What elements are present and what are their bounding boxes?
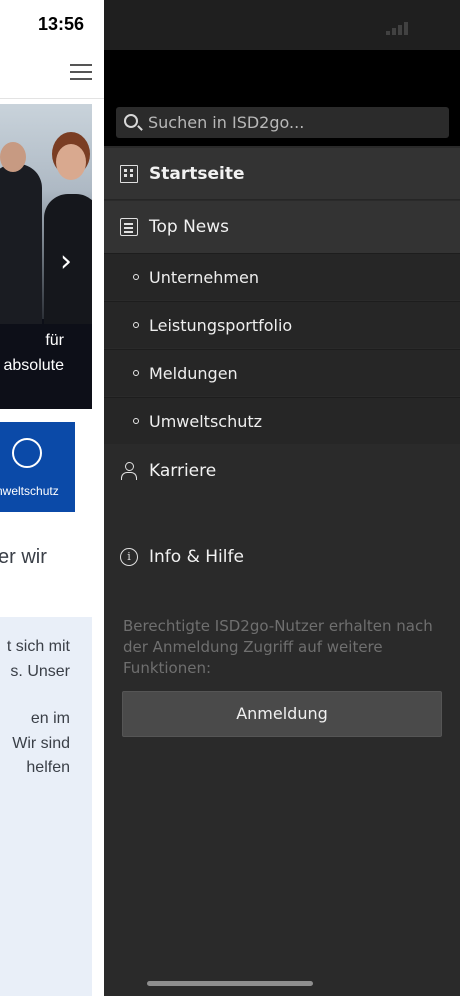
search-icon <box>124 114 138 128</box>
hero-person-left-head <box>0 142 26 172</box>
subitem-meldungen[interactable]: Meldungen <box>104 349 460 396</box>
drawer-status-area <box>104 0 460 50</box>
nav-item-label: Top News <box>149 217 230 237</box>
carousel-next-icon[interactable]: › <box>60 244 72 279</box>
background-page: 13:56 › für absolute nweltschutz er wir … <box>0 0 104 996</box>
info-icon: i <box>120 548 138 566</box>
status-time: 13:56 <box>38 14 85 34</box>
signal-icon <box>386 16 436 35</box>
nav-item-startseite[interactable]: Startseite <box>104 148 460 200</box>
search-bar[interactable] <box>116 107 449 138</box>
nav-item-label: Info & Hilfe <box>149 547 244 567</box>
tile-label: nweltschutz <box>0 484 59 498</box>
login-button[interactable]: Anmeldung <box>122 691 442 737</box>
hamburger-menu-icon[interactable] <box>70 64 92 82</box>
intro-textbox: t sich mit s. Unser en im Wir sind helfe… <box>0 617 92 996</box>
subitem-leistungsportfolio[interactable]: Leistungsportfolio <box>104 301 460 348</box>
hero-caption-line2: absolute <box>3 357 65 374</box>
building-icon <box>120 165 138 183</box>
search-input[interactable] <box>148 107 443 138</box>
section-heading: er wir <box>0 546 47 568</box>
text-line: s. Unser <box>10 662 70 680</box>
hero-caption-line1: für <box>45 332 64 349</box>
bullet-icon <box>133 418 139 424</box>
globe-icon <box>12 438 42 468</box>
subitem-label: Umweltschutz <box>149 412 263 431</box>
intro-paragraph-2: en im Wir sind helfen <box>12 707 92 781</box>
text-line: en im <box>30 710 70 727</box>
nav-item-info-hilfe[interactable]: i Info & Hilfe <box>104 531 460 583</box>
intro-paragraph-1: t sich mit s. Unser <box>7 635 92 684</box>
bullet-icon <box>133 322 139 328</box>
hero-caption: für absolute <box>0 328 92 378</box>
text-line: Wir sind <box>12 734 70 752</box>
nav-item-karriere[interactable]: Karriere <box>104 445 460 497</box>
login-notice: Berechtigte ISD2go-Nutzer erhalten nach … <box>123 617 433 677</box>
nav-item-label: Karriere <box>149 461 217 481</box>
subitem-label: Unternehmen <box>149 268 259 287</box>
hero-person-left <box>0 164 42 324</box>
bullet-icon <box>133 274 139 280</box>
hero-carousel[interactable]: › für absolute <box>0 104 92 409</box>
person-icon <box>120 462 138 480</box>
bullet-icon <box>133 370 139 376</box>
subitem-unternehmen[interactable]: Unternehmen <box>104 253 460 300</box>
subitem-label: Meldungen <box>149 364 238 383</box>
hero-person-right-head <box>56 144 86 180</box>
newspaper-icon <box>120 218 138 236</box>
header-divider <box>0 98 104 99</box>
text-line: t sich mit <box>6 638 70 655</box>
subitem-label: Leistungsportfolio <box>149 316 293 335</box>
text-line: helfen <box>26 759 70 776</box>
umweltschutz-tile[interactable]: nweltschutz <box>0 422 75 512</box>
nav-item-top-news[interactable]: Top News <box>104 201 460 253</box>
navigation-drawer: Startseite Top News Unternehmen Leistung… <box>104 0 460 996</box>
subitem-umweltschutz[interactable]: Umweltschutz <box>104 397 460 444</box>
nav-item-label: Startseite <box>149 164 245 184</box>
home-indicator[interactable] <box>147 981 313 986</box>
